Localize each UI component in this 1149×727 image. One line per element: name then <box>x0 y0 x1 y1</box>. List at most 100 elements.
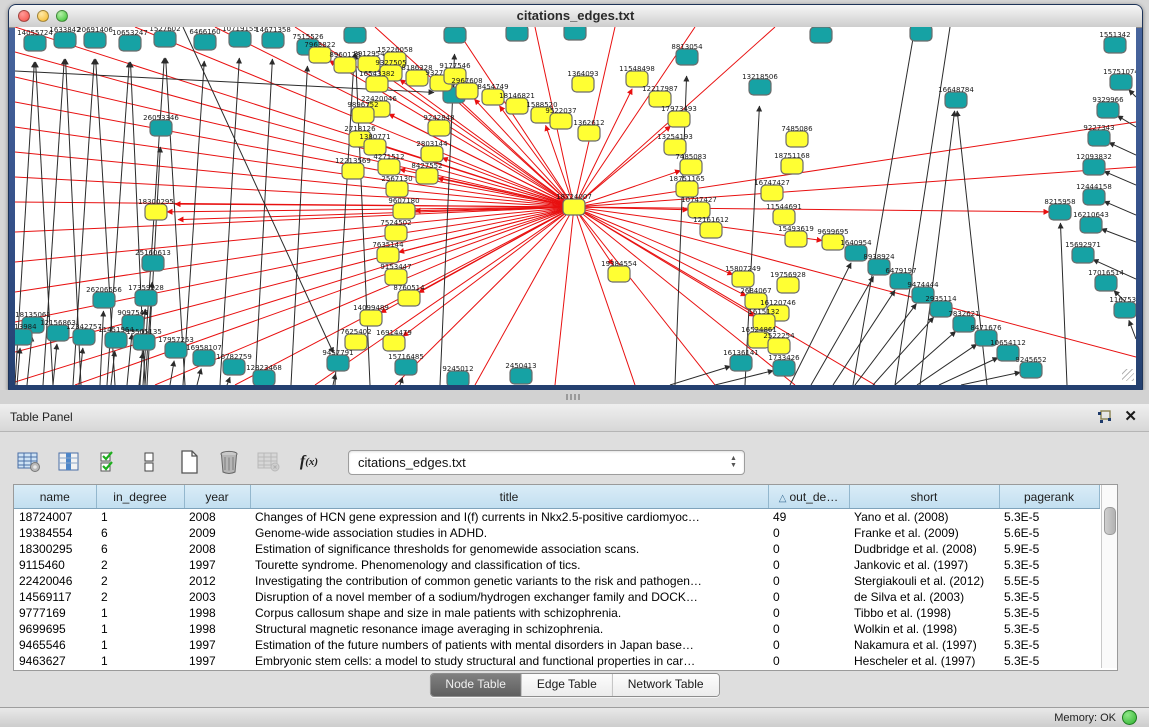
graph-node[interactable] <box>253 370 275 385</box>
graph-node[interactable] <box>506 27 528 41</box>
graph-node[interactable] <box>1095 275 1117 291</box>
table-cell[interactable]: 22420046 <box>14 573 96 589</box>
table-cell[interactable]: Dudbridge et al. (2008) <box>849 541 999 557</box>
graph-node[interactable] <box>385 225 407 241</box>
table-cell[interactable]: 0 <box>768 605 849 621</box>
network-canvas[interactable]: 1405572416338422069140610653247152760264… <box>15 27 1136 385</box>
column-header-out_de[interactable]: △out_de… <box>768 485 849 509</box>
graph-edge[interactable] <box>939 358 998 385</box>
graph-node[interactable] <box>749 79 771 95</box>
table-cell[interactable]: 9699695 <box>14 621 96 637</box>
table-cell[interactable]: 1997 <box>184 557 250 573</box>
table-cell[interactable]: 2 <box>96 589 184 605</box>
table-cell[interactable]: 6 <box>96 541 184 557</box>
table-cell[interactable]: Franke et al. (2009) <box>849 525 999 541</box>
table-cell[interactable]: 5.9E-5 <box>999 541 1099 557</box>
graph-node[interactable] <box>1020 362 1042 378</box>
graph-edge[interactable] <box>574 207 715 385</box>
table-cell[interactable]: 1 <box>96 605 184 621</box>
graph-edge[interactable] <box>1117 116 1136 127</box>
table-cell[interactable]: 9463627 <box>14 653 96 669</box>
graph-node[interactable] <box>135 290 157 306</box>
table-cell[interactable]: Estimation of significance thresholds fo… <box>250 541 768 557</box>
graph-edge[interactable] <box>291 66 307 385</box>
graph-node[interactable] <box>1110 74 1132 90</box>
table-cell[interactable]: 5.3E-5 <box>999 557 1099 573</box>
graph-node[interactable] <box>223 359 245 375</box>
table-row[interactable]: 1456911722003Disruption of a novel membe… <box>14 589 1099 605</box>
graph-node[interactable] <box>334 57 356 73</box>
graph-edge[interactable] <box>197 369 201 385</box>
graph-node[interactable] <box>327 355 349 371</box>
graph-node[interactable] <box>360 310 382 326</box>
column-header-in_degree[interactable]: in_degree <box>96 485 184 509</box>
table-cell[interactable]: 0 <box>768 525 849 541</box>
graph-node[interactable] <box>910 27 932 41</box>
graph-node[interactable] <box>786 131 808 147</box>
table-cell[interactable]: Corpus callosum shape and size in male p… <box>250 605 768 621</box>
graph-node[interactable] <box>395 359 417 375</box>
graph-node[interactable] <box>1088 130 1110 146</box>
graph-edge[interactable] <box>1129 320 1136 339</box>
table-mode-button[interactable] <box>14 447 44 477</box>
graph-node[interactable] <box>680 159 702 175</box>
graph-node[interactable] <box>421 146 443 162</box>
graph-edge[interactable] <box>555 207 574 385</box>
table-cell[interactable]: 2009 <box>184 525 250 541</box>
table-cell[interactable]: 5.3E-5 <box>999 605 1099 621</box>
table-cell[interactable]: Changes of HCN gene expression and I(f) … <box>250 509 768 526</box>
table-row[interactable]: 1938455462009Genome-wide association stu… <box>14 525 1099 541</box>
close-panel-icon[interactable]: ✕ <box>1124 409 1137 424</box>
table-cell[interactable]: 1 <box>96 637 184 653</box>
table-cell[interactable]: Genome-wide association studies in ADHD. <box>250 525 768 541</box>
graph-node[interactable] <box>393 203 415 219</box>
graph-node[interactable] <box>732 271 754 287</box>
select-all-button[interactable] <box>94 447 124 477</box>
graph-node[interactable] <box>761 185 783 201</box>
table-cell[interactable]: Wolkin et al. (1998) <box>849 621 999 637</box>
graph-edge[interactable] <box>574 171 681 207</box>
graph-node[interactable] <box>93 292 115 308</box>
table-cell[interactable]: 5.3E-5 <box>999 621 1099 637</box>
deselect-all-button[interactable] <box>134 447 164 477</box>
table-cell[interactable]: 5.3E-5 <box>999 653 1099 669</box>
graph-node[interactable] <box>366 76 388 92</box>
table-cell[interactable]: Structural magnetic resonance image aver… <box>250 621 768 637</box>
table-cell[interactable]: 0 <box>768 541 849 557</box>
table-cell[interactable]: 2 <box>96 573 184 589</box>
graph-node[interactable] <box>386 181 408 197</box>
graph-node[interactable] <box>564 27 586 40</box>
table-cell[interactable]: 9465546 <box>14 637 96 653</box>
table-row[interactable]: 1830029562008Estimation of significance … <box>14 541 1099 557</box>
tab-edge-table[interactable]: Edge Table <box>522 674 613 696</box>
graph-node[interactable] <box>385 269 407 285</box>
graph-node[interactable] <box>773 209 795 225</box>
graph-node[interactable] <box>773 360 795 376</box>
network-window-titlebar[interactable]: citations_edges.txt <box>9 5 1142 28</box>
table-cell[interactable]: 49 <box>768 509 849 526</box>
table-cell[interactable]: 1997 <box>184 653 250 669</box>
graph-node[interactable] <box>945 92 967 108</box>
table-row[interactable]: 2242004622012Investigating the contribut… <box>14 573 1099 589</box>
vertical-scrollbar[interactable] <box>1101 485 1117 668</box>
graph-node[interactable] <box>344 27 366 43</box>
graph-node[interactable] <box>700 222 722 238</box>
graph-node[interactable] <box>506 98 528 114</box>
graph-node[interactable] <box>668 111 690 127</box>
graph-edge[interactable] <box>170 361 174 385</box>
graph-node[interactable] <box>133 334 155 350</box>
memory-ok-indicator-icon[interactable] <box>1122 710 1137 725</box>
graph-edge[interactable] <box>574 207 1136 357</box>
table-cell[interactable]: Jankovic et al. (1997) <box>849 557 999 573</box>
graph-edge[interactable] <box>1101 229 1136 242</box>
graph-node[interactable] <box>84 32 106 48</box>
graph-node[interactable] <box>1080 217 1102 233</box>
table-cell[interactable]: 1998 <box>184 621 250 637</box>
graph-edge[interactable] <box>53 344 57 385</box>
table-cell[interactable]: Embryonic stem cells: a model to study s… <box>250 653 768 669</box>
graph-node[interactable] <box>676 181 698 197</box>
table-cell[interactable]: Nakamura et al. (1997) <box>849 637 999 653</box>
table-cell[interactable]: 0 <box>768 573 849 589</box>
graph-node[interactable] <box>608 266 630 282</box>
graph-node[interactable] <box>676 49 698 65</box>
